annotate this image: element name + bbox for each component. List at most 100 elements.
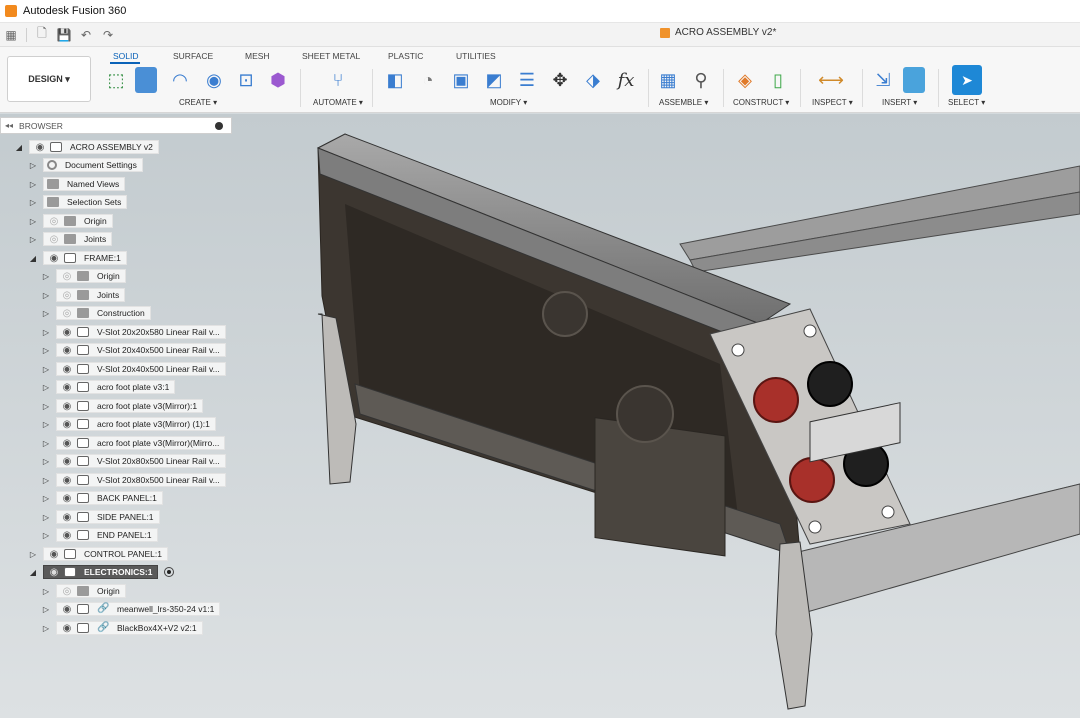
tree-item-frame-joints[interactable]: ▷ ◎ Joints: [41, 287, 126, 303]
eye-icon[interactable]: ◉: [47, 567, 61, 578]
tree-item-linked-component[interactable]: ▷ ◉ 🔗 BlackBox4X+V2 v2:1: [41, 620, 203, 636]
eye-icon[interactable]: ◉: [60, 530, 74, 541]
tree-item-origin[interactable]: ▷ ◎ Origin: [28, 213, 113, 229]
expand-icon[interactable]: ▷: [28, 197, 38, 207]
eye-hidden-icon[interactable]: ◎: [60, 308, 74, 319]
expand-icon[interactable]: ▷: [41, 419, 51, 429]
expand-icon[interactable]: ▷: [41, 271, 51, 281]
expand-icon[interactable]: ▷: [41, 438, 51, 448]
collapse-icon[interactable]: ◢: [28, 567, 38, 577]
redo-icon[interactable]: ↷: [97, 25, 119, 45]
tree-item-component[interactable]: ▷ ◉ acro foot plate v3:1: [41, 379, 176, 395]
joint-icon[interactable]: ⚲: [688, 67, 714, 93]
fillet-icon[interactable]: ◔: [415, 67, 441, 93]
combine-icon[interactable]: ◩: [481, 67, 507, 93]
midplane-icon[interactable]: ▯: [765, 67, 791, 93]
eye-icon[interactable]: ◉: [60, 456, 74, 467]
collapse-panel-icon[interactable]: ◂◂: [5, 121, 13, 130]
tree-item-frame-origin[interactable]: ▷ ◎ Origin: [41, 268, 126, 284]
tree-item-component[interactable]: ▷ ◉ V-Slot 20x40x500 Linear Rail v...: [41, 361, 226, 377]
group-assemble[interactable]: ASSEMBLE ▾: [659, 98, 708, 107]
insert-svg-icon[interactable]: ⇲: [870, 67, 896, 93]
group-automate[interactable]: AUTOMATE ▾: [313, 98, 363, 107]
tree-item-component[interactable]: ▷ ◉ acro foot plate v3(Mirror)(Mirro...: [41, 435, 226, 451]
tree-item-electronics-origin[interactable]: ▷ ◎ Origin: [41, 583, 126, 599]
tree-item-selection-sets[interactable]: ▷ Selection Sets: [28, 194, 128, 210]
app-grid-icon[interactable]: ▦: [0, 25, 22, 45]
tree-item-component[interactable]: ▷ ◉ BACK PANEL:1: [41, 490, 163, 506]
save-icon[interactable]: 💾: [53, 25, 75, 45]
expand-icon[interactable]: ▷: [28, 234, 38, 244]
tree-item-joints[interactable]: ▷ ◎ Joints: [28, 231, 113, 247]
create-sketch-icon[interactable]: ⬚: [103, 67, 129, 93]
expand-icon[interactable]: ▷: [41, 345, 51, 355]
tab-mesh[interactable]: MESH: [245, 51, 270, 61]
tree-item-construction[interactable]: ▷ ◎ Construction: [41, 305, 151, 321]
expand-icon[interactable]: ▷: [41, 623, 51, 633]
tab-plastic[interactable]: PLASTIC: [388, 51, 423, 61]
collapse-icon[interactable]: ◢: [28, 253, 38, 263]
eye-hidden-icon[interactable]: ◎: [47, 216, 61, 227]
eye-icon[interactable]: ◉: [33, 142, 47, 153]
eye-icon[interactable]: ◉: [60, 438, 74, 449]
automate-icon[interactable]: ⑂: [325, 67, 351, 93]
file-menu-icon[interactable]: 🗋: [31, 25, 53, 45]
eye-icon[interactable]: ◉: [60, 493, 74, 504]
expand-icon[interactable]: ▷: [41, 382, 51, 392]
browser-header[interactable]: ◂◂ BROWSER: [0, 117, 232, 134]
group-create[interactable]: CREATE ▾: [179, 98, 217, 107]
expand-icon[interactable]: ▷: [41, 364, 51, 374]
eye-icon[interactable]: ◉: [47, 549, 61, 560]
document-tab[interactable]: ACRO ASSEMBLY v2*: [660, 27, 776, 38]
undo-icon[interactable]: ↶: [75, 25, 97, 45]
tree-item-component[interactable]: ▷ ◉ V-Slot 20x20x580 Linear Rail v...: [41, 324, 226, 340]
measure-icon[interactable]: ⟷: [818, 67, 844, 93]
tab-utilities[interactable]: UTILITIES: [456, 51, 496, 61]
shell-icon[interactable]: ▣: [448, 67, 474, 93]
expand-icon[interactable]: ▷: [28, 160, 38, 170]
eye-hidden-icon[interactable]: ◎: [60, 586, 74, 597]
hole-icon[interactable]: ◉: [201, 67, 227, 93]
group-select[interactable]: SELECT ▾: [948, 98, 985, 107]
extrude-icon[interactable]: [135, 67, 157, 93]
group-modify[interactable]: MODIFY ▾: [490, 98, 527, 107]
revolve-icon[interactable]: ◠: [167, 67, 193, 93]
expand-icon[interactable]: ▷: [41, 401, 51, 411]
eye-icon[interactable]: ◉: [47, 253, 61, 264]
tab-solid[interactable]: SOLID: [113, 51, 139, 61]
tree-item-component[interactable]: ▷ ◉ V-Slot 20x80x500 Linear Rail v...: [41, 453, 226, 469]
eye-icon[interactable]: ◉: [60, 327, 74, 338]
eye-icon[interactable]: ◉: [60, 604, 74, 615]
split-body-icon[interactable]: ☰: [514, 67, 540, 93]
workspace-switcher[interactable]: DESIGN ▾: [7, 56, 91, 102]
group-construct[interactable]: CONSTRUCT ▾: [733, 98, 789, 107]
tree-item-component[interactable]: ▷ ◉ V-Slot 20x40x500 Linear Rail v...: [41, 342, 226, 358]
align-icon[interactable]: ⬗: [580, 67, 606, 93]
eye-hidden-icon[interactable]: ◎: [47, 234, 61, 245]
tree-item-component[interactable]: ▷ ◉ END PANEL:1: [41, 527, 158, 543]
eye-icon[interactable]: ◉: [60, 401, 74, 412]
tree-item-component[interactable]: ▷ ◉ acro foot plate v3(Mirror) (1):1: [41, 416, 216, 432]
collapse-icon[interactable]: ◢: [14, 142, 24, 152]
eye-icon[interactable]: ◉: [60, 512, 74, 523]
browser-minimize-icon[interactable]: [215, 122, 223, 130]
group-inspect[interactable]: INSPECT ▾: [812, 98, 853, 107]
tree-item-electronics[interactable]: ◢ ◉ ELECTRONICS:1: [28, 564, 175, 580]
tree-item-frame[interactable]: ◢ ◉ FRAME:1: [28, 250, 127, 266]
expand-icon[interactable]: ▷: [41, 586, 51, 596]
tree-item-component[interactable]: ▷ ◉ acro foot plate v3(Mirror):1: [41, 398, 204, 414]
expand-icon[interactable]: ▷: [28, 179, 38, 189]
insert-canvas-icon[interactable]: [903, 67, 925, 93]
offset-plane-icon[interactable]: ◈: [732, 67, 758, 93]
eye-icon[interactable]: ◉: [60, 345, 74, 356]
eye-icon[interactable]: ◉: [60, 419, 74, 430]
tree-item-root[interactable]: ◢ ◉ ACRO ASSEMBLY v2: [14, 139, 159, 155]
activate-radio-icon[interactable]: [164, 567, 175, 577]
tree-item-component[interactable]: ▷ ◉ V-Slot 20x80x500 Linear Rail v...: [41, 472, 226, 488]
pattern-icon[interactable]: ⊡: [233, 67, 259, 93]
eye-hidden-icon[interactable]: ◎: [60, 271, 74, 282]
expand-icon[interactable]: ▷: [41, 290, 51, 300]
select-cursor-icon[interactable]: ➤: [952, 65, 982, 95]
parameters-icon[interactable]: fx: [613, 67, 639, 93]
tree-item-document-settings[interactable]: ▷ Document Settings: [28, 157, 143, 173]
